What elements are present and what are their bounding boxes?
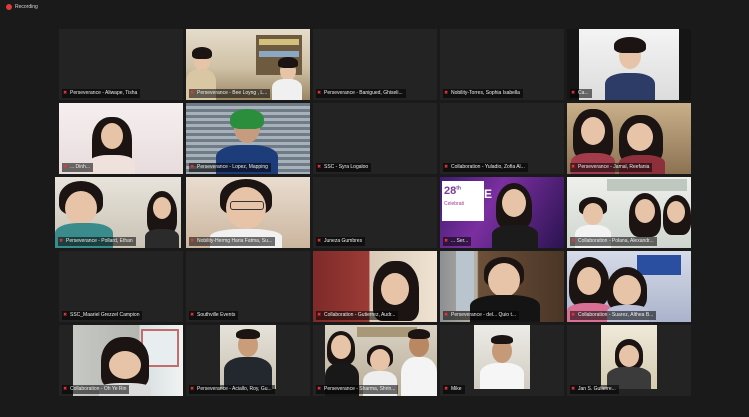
muted-mic-icon bbox=[190, 313, 195, 318]
participant-face bbox=[109, 351, 141, 379]
muted-mic-icon bbox=[190, 91, 195, 96]
wall-art bbox=[637, 255, 681, 275]
video-tile[interactable]: Perseverance - Sharma, Shrin... bbox=[313, 325, 437, 396]
participant-face bbox=[488, 263, 520, 297]
video-tile[interactable]: Perseverance - Aciallo, Roy, Gu... bbox=[186, 325, 310, 396]
muted-mic-icon bbox=[317, 387, 322, 392]
participant-name: ... Dinh... bbox=[62, 163, 94, 172]
participant-name: Juneza Gumbres bbox=[316, 237, 366, 246]
participant-face bbox=[667, 201, 685, 223]
participant-name: Jan S. Gutierre... bbox=[570, 385, 619, 394]
participant-name: Perseverance - Aliwape, Tisha bbox=[62, 89, 141, 98]
muted-mic-icon bbox=[444, 239, 449, 244]
participant-face bbox=[577, 267, 601, 295]
muted-mic-icon bbox=[190, 239, 195, 244]
video-tile[interactable]: ... Dinh... bbox=[59, 103, 183, 174]
participant-name: Ca... bbox=[570, 89, 592, 98]
participant-name: Collaboration - Suarez, Althea B... bbox=[570, 311, 657, 320]
muted-mic-icon bbox=[317, 165, 322, 170]
participant-name: Nobility-Torres, Sophia Isabella bbox=[443, 89, 523, 98]
video-tile[interactable]: Ca... bbox=[567, 29, 691, 100]
participant-name: Perseverance - Banigued, Ghiseli... bbox=[316, 89, 406, 98]
video-tile[interactable]: Collaboration - Gutierrez, Audr... bbox=[313, 251, 437, 322]
participant-name: ... Ser... bbox=[443, 237, 472, 246]
participant-name: Collaboration - Oh Ye Rin bbox=[62, 385, 130, 394]
participant-face bbox=[627, 123, 653, 151]
muted-mic-icon bbox=[63, 387, 68, 392]
muted-mic-icon bbox=[190, 165, 195, 170]
muted-mic-icon bbox=[317, 239, 322, 244]
participant-name: SSC - Syra Logaloo bbox=[316, 163, 372, 172]
muted-mic-icon bbox=[190, 387, 195, 392]
video-tile[interactable]: Perseverance - Aliwape, Tisha bbox=[59, 29, 183, 100]
video-tile[interactable]: Collaboration - Polana, Alexandr... bbox=[567, 177, 691, 248]
participant-face bbox=[502, 189, 526, 217]
video-tile[interactable]: Collaboration - Oh Ye Rin bbox=[59, 325, 183, 396]
video-tile[interactable]: Perseverance - Lopez, Mapping bbox=[186, 103, 310, 174]
video-tile[interactable]: Southville Events bbox=[186, 251, 310, 322]
muted-mic-icon bbox=[444, 165, 449, 170]
participant-name: Collaboration - Gutierrez, Audr... bbox=[316, 311, 399, 320]
recording-label: Recording bbox=[15, 4, 38, 10]
school-banner bbox=[607, 179, 687, 191]
participant-face bbox=[101, 123, 123, 149]
participant-face bbox=[381, 273, 409, 305]
video-tile[interactable]: Perseverance - Jamal, Reefania bbox=[567, 103, 691, 174]
muted-mic-icon bbox=[63, 313, 68, 318]
muted-mic-icon bbox=[444, 387, 449, 392]
recording-indicator: Recording bbox=[6, 4, 38, 10]
video-tile[interactable]: Mike bbox=[440, 325, 564, 396]
video-tile[interactable]: Collaboration - Yuladio, Zofia Al... bbox=[440, 103, 564, 174]
video-tile[interactable]: Perseverance - del... Quio t... bbox=[440, 251, 564, 322]
video-tile[interactable]: Collaboration - Suarez, Althea B... bbox=[567, 251, 691, 322]
participant-name: Perseverance - del... Quio t... bbox=[443, 311, 520, 320]
muted-mic-icon bbox=[571, 165, 576, 170]
video-tile[interactable]: Nobility-Torres, Sophia Isabella bbox=[440, 29, 564, 100]
muted-mic-icon bbox=[571, 239, 576, 244]
headphones-icon bbox=[230, 109, 264, 129]
muted-mic-icon bbox=[571, 313, 576, 318]
video-tile[interactable]: Jan S. Gutierre... bbox=[567, 325, 691, 396]
muted-mic-icon bbox=[571, 387, 576, 392]
participant-name: Nobility-Hermg Haria Fatma, Su... bbox=[189, 237, 276, 246]
participant-name: Perseverance - Pollard, Ethan bbox=[58, 237, 136, 246]
video-tile[interactable]: Perseverance - Pollard, Ethan bbox=[55, 177, 181, 248]
participant-face bbox=[153, 197, 171, 219]
participant-name: SSC_Maariel Grezzel Campion bbox=[62, 311, 143, 320]
video-tile[interactable]: Juneza Gumbres bbox=[313, 177, 437, 248]
muted-mic-icon bbox=[444, 91, 449, 96]
muted-mic-icon bbox=[317, 91, 322, 96]
muted-mic-icon bbox=[63, 165, 68, 170]
muted-mic-icon bbox=[59, 239, 64, 244]
video-tile[interactable]: Nobility-Hermg Haria Fatma, Su... bbox=[186, 177, 310, 248]
glasses-icon bbox=[230, 201, 264, 210]
participant-face bbox=[635, 199, 655, 223]
participant-name: Perseverance - Sharma, Shrin... bbox=[316, 385, 399, 394]
muted-mic-icon bbox=[571, 91, 576, 96]
video-tile[interactable]: Perseverance - Bee Loyng , L... bbox=[186, 29, 310, 100]
participant-name: Perseverance - Bee Loyng , L... bbox=[189, 89, 271, 98]
muted-mic-icon bbox=[63, 91, 68, 96]
participant-face bbox=[331, 335, 351, 359]
participant-face bbox=[581, 117, 605, 145]
participant-face bbox=[65, 191, 97, 225]
video-tile[interactable]: Perseverance - Banigued, Ghiseli... bbox=[313, 29, 437, 100]
participant-name: Collaboration - Yuladio, Zofia Al... bbox=[443, 163, 528, 172]
video-tile[interactable]: SSC_Maariel Grezzel Campion bbox=[59, 251, 183, 322]
video-tile[interactable]: 28th Celebrati E ... Ser... bbox=[440, 177, 564, 248]
participant-name: Perseverance - Jamal, Reefania bbox=[570, 163, 653, 172]
muted-mic-icon bbox=[444, 313, 449, 318]
participant-face bbox=[370, 349, 390, 371]
participant-name: Perseverance - Aciallo, Roy, Gu... bbox=[189, 385, 275, 394]
video-tile[interactable]: SSC - Syra Logaloo bbox=[313, 103, 437, 174]
participant-name: Mike bbox=[443, 385, 465, 394]
record-icon bbox=[6, 4, 12, 10]
participant-face bbox=[613, 275, 641, 305]
participant-face bbox=[583, 203, 603, 225]
participant-face bbox=[619, 345, 639, 367]
participant-name: Collaboration - Polana, Alexandr... bbox=[570, 237, 657, 246]
participant-name: Southville Events bbox=[189, 311, 239, 320]
participant-name: Perseverance - Lopez, Mapping bbox=[189, 163, 271, 172]
muted-mic-icon bbox=[317, 313, 322, 318]
